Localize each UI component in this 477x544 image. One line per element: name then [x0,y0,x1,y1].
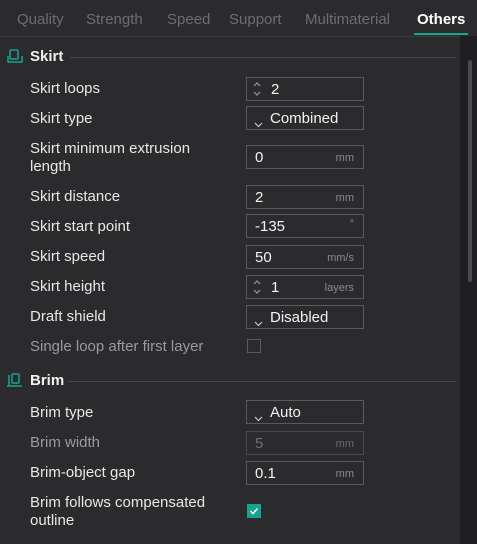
skirt-loops-spinbox[interactable]: 2 [246,77,364,101]
brim-type-dropdown[interactable]: Auto [246,400,364,424]
skirt-min-extrusion-input[interactable]: 0 mm [246,145,364,169]
chevron-down-icon [254,314,263,327]
label-skirt-start-point: Skirt start point [30,218,131,235]
brim-icon [6,371,24,389]
brim-follows-outline-checkbox[interactable] [247,504,261,518]
skirt-speed-value: 50 [255,249,272,266]
skirt-min-extrusion-value: 0 [255,149,264,166]
scrollbar-thumb[interactable] [468,60,472,282]
label-brim-type: Brim type [30,404,94,421]
skirt-loops-value: 2 [271,81,280,98]
unit-label: ° [349,218,354,230]
tab-quality[interactable]: Quality [17,11,64,28]
unit-label: mm [335,438,354,450]
section-title-skirt: Skirt [30,48,64,65]
spin-arrows-icon[interactable] [251,80,263,98]
skirt-distance-value: 2 [255,189,264,206]
label-skirt-height: Skirt height [30,278,106,295]
section-divider [70,57,456,58]
label-skirt-min-extrusion: Skirt minimum extrusion length [30,140,191,175]
label-skirt-distance: Skirt distance [30,188,121,205]
tab-speed[interactable]: Speed [167,11,210,28]
tab-strength[interactable]: Strength [86,11,143,28]
label-skirt-type: Skirt type [30,110,93,127]
skirt-type-value: Combined [270,110,339,127]
brim-type-value: Auto [270,404,301,421]
label-brim-width: Brim width [30,434,101,451]
unit-label: mm [335,468,354,480]
skirt-distance-input[interactable]: 2 mm [246,185,364,209]
label-skirt-loops: Skirt loops [30,80,101,97]
label-single-loop: Single loop after first layer [30,338,204,355]
brim-width-value: 5 [255,435,264,452]
skirt-type-dropdown[interactable]: Combined [246,106,364,130]
unit-label: layers [324,282,354,294]
section-divider [68,381,456,382]
draft-shield-value: Disabled [270,309,329,326]
skirt-speed-input[interactable]: 50 mm/s [246,245,364,269]
skirt-height-spinbox[interactable]: 1 layers [246,275,364,299]
unit-label: mm [335,152,354,164]
tab-others[interactable]: Others [417,11,465,28]
active-tab-indicator [414,33,468,35]
unit-label: mm [335,192,354,204]
tab-multimaterial[interactable]: Multimaterial [305,11,390,28]
skirt-icon [6,47,24,65]
unit-label: mm/s [327,252,354,264]
skirt-height-value: 1 [271,279,280,296]
label-brim-follows-outline: Brim follows compensated outline [30,494,206,529]
label-brim-object-gap: Brim-object gap [30,464,136,481]
section-header-brim: Brim [0,370,460,392]
skirt-start-point-input[interactable]: -135 ° [246,214,364,238]
settings-tab-bar: Quality Strength Speed Support Multimate… [0,0,477,36]
skirt-start-point-value: -135 [255,218,286,235]
tab-support[interactable]: Support [229,11,282,28]
chevron-down-icon [254,409,263,422]
label-draft-shield: Draft shield [30,308,106,325]
section-title-brim: Brim [30,372,65,389]
spin-arrows-icon[interactable] [251,278,263,296]
single-loop-checkbox[interactable] [247,339,261,353]
draft-shield-dropdown[interactable]: Disabled [246,305,364,329]
tab-divider [0,36,460,37]
checkmark-icon [249,507,259,515]
section-header-skirt: Skirt [0,46,460,68]
label-skirt-speed: Skirt speed [30,248,106,265]
brim-object-gap-value: 0.1 [255,465,276,482]
brim-width-input: 5 mm [246,431,364,455]
brim-object-gap-input[interactable]: 0.1 mm [246,461,364,485]
chevron-down-icon [254,115,263,128]
